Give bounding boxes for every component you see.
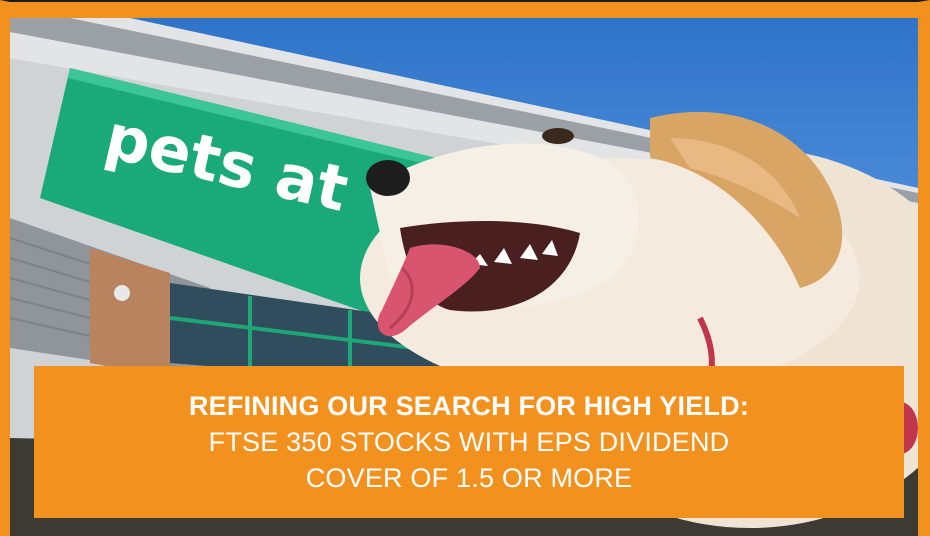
dog-eye xyxy=(542,128,574,144)
dog-nose xyxy=(366,160,410,196)
caption-title: REFINING OUR SEARCH FOR HIGH YIELD: xyxy=(188,391,750,421)
caption-subtitle-line1: FTSE 350 STOCKS WITH EPS DIVIDEND xyxy=(208,427,730,457)
title-caption-box: REFINING OUR SEARCH FOR HIGH YIELD: FTSE… xyxy=(34,366,904,518)
caption-subtitle-line2: COVER OF 1.5 OR MORE xyxy=(305,463,633,493)
